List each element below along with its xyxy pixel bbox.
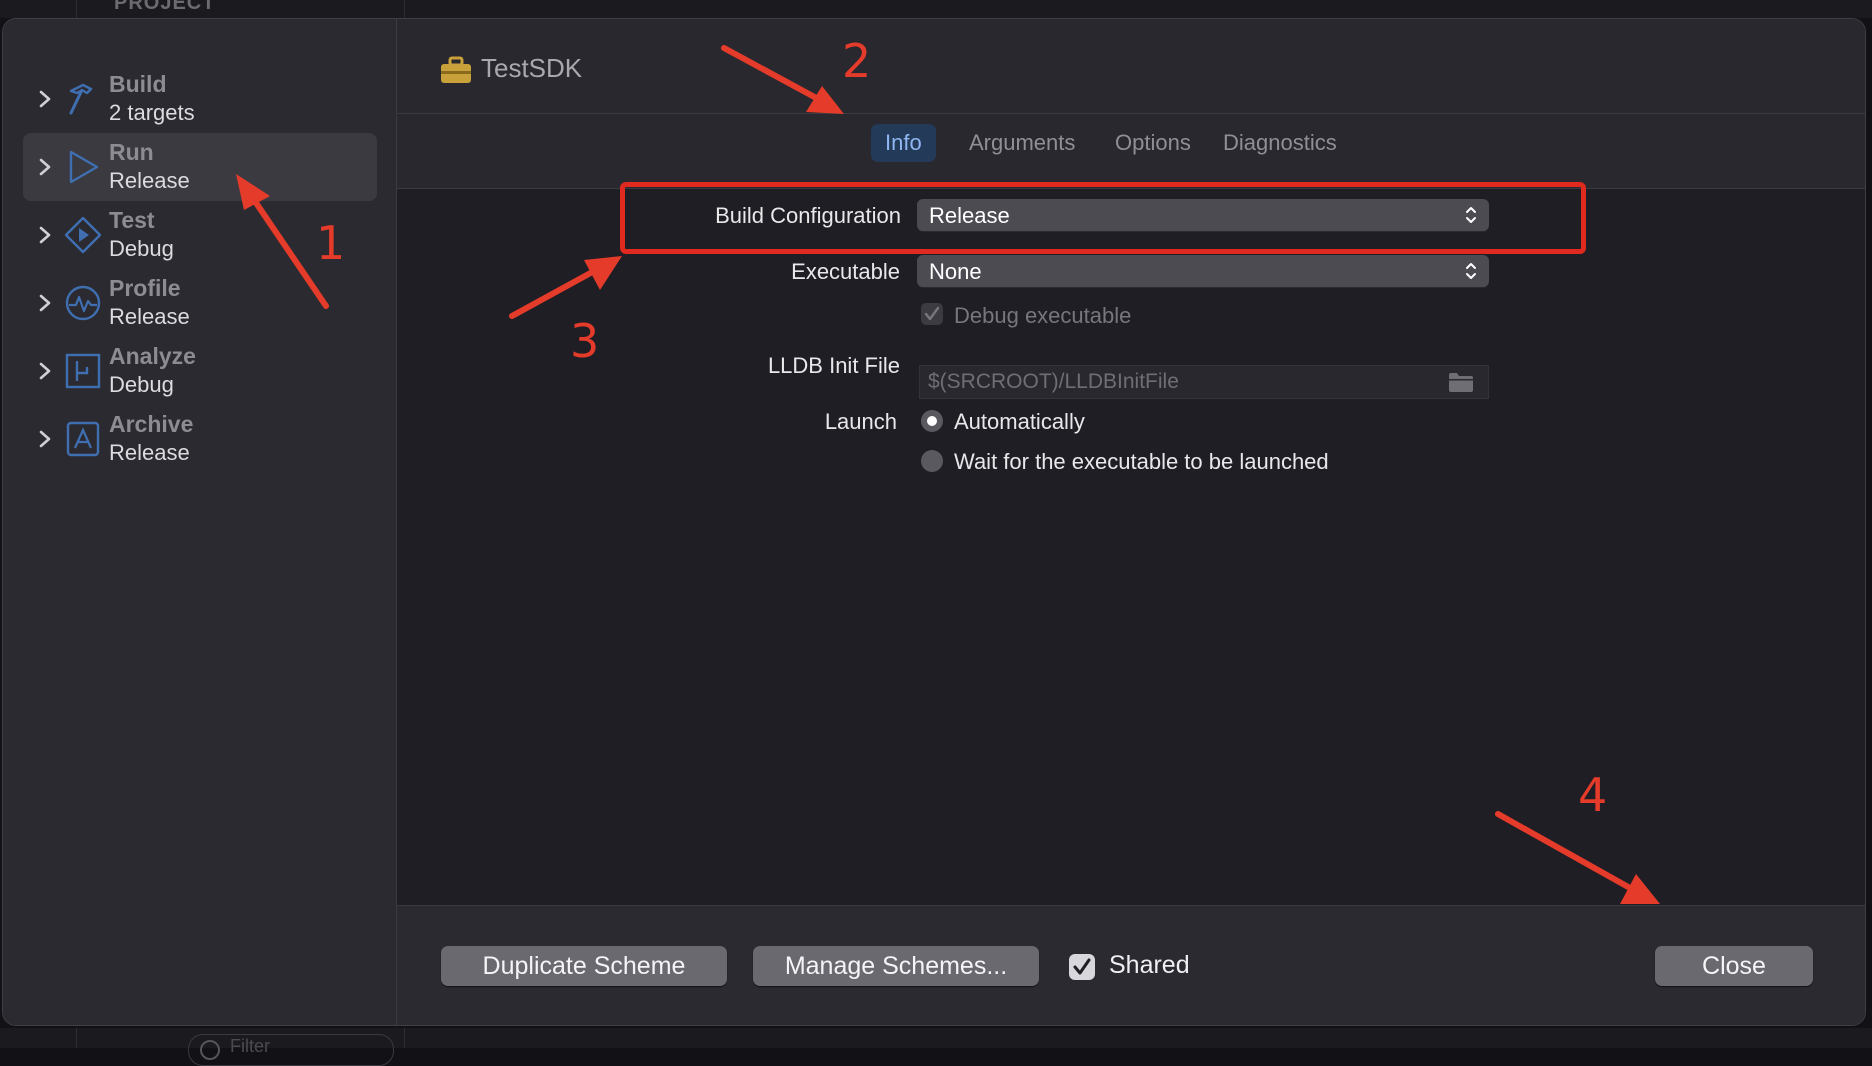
tab-bar: Info Arguments Options Diagnostics — [397, 114, 1865, 189]
background-window-top: PROJECT — [0, 0, 1872, 18]
sheet-footer: Duplicate Scheme Manage Schemes... Share… — [397, 905, 1865, 1025]
sidebar-item-run[interactable]: Run Release — [23, 133, 377, 201]
scheme-editor-sheet: Build 2 targets Run Release Test Debug P… — [2, 18, 1866, 1026]
sidebar-item-title: Archive — [109, 411, 194, 437]
sidebar-item-subtitle: Release — [109, 304, 190, 329]
shared-label: Shared — [1109, 951, 1190, 979]
close-button[interactable]: Close — [1655, 946, 1813, 986]
build-configuration-value: Release — [929, 203, 1010, 228]
checkmark-icon — [1073, 958, 1091, 975]
sidebar-item-subtitle: Release — [109, 168, 190, 193]
tab-arguments[interactable]: Arguments — [955, 124, 1089, 162]
launch-wait-label: Wait for the executable to be launched — [954, 449, 1329, 474]
executable-value: None — [929, 259, 982, 284]
tab-options[interactable]: Options — [1101, 124, 1205, 162]
scheme-actions-sidebar: Build 2 targets Run Release Test Debug P… — [3, 19, 397, 1025]
play-icon — [69, 150, 99, 184]
sidebar-item-title: Profile — [109, 275, 181, 301]
manage-schemes-button[interactable]: Manage Schemes... — [753, 946, 1039, 986]
divider — [404, 0, 405, 18]
sidebar-item-profile[interactable]: Profile Release — [23, 269, 377, 337]
sidebar-item-analyze[interactable]: Analyze Debug — [23, 337, 377, 405]
sidebar-item-subtitle: Release — [109, 440, 190, 465]
popup-arrows-icon — [1466, 263, 1476, 279]
scheme-detail-pane: TestSDK Info Arguments Options Diagnosti… — [397, 19, 1865, 1025]
hammer-icon — [69, 83, 93, 115]
waveform-icon — [65, 285, 101, 321]
scheme-name: TestSDK — [481, 53, 583, 83]
filter-icon — [200, 1040, 220, 1060]
chevron-right-icon[interactable] — [35, 155, 55, 179]
sidebar-item-title: Test — [109, 207, 155, 233]
sidebar-item-test[interactable]: Test Debug — [23, 201, 377, 269]
sidebar-item-subtitle: Debug — [109, 236, 174, 261]
launch-automatically-label: Automatically — [954, 409, 1085, 434]
debug-executable-checkbox[interactable] — [921, 303, 943, 325]
launch-wait-radio[interactable] — [921, 450, 943, 472]
build-configuration-label: Build Configuration — [715, 203, 901, 228]
executable-label: Executable — [791, 259, 900, 284]
sidebar-item-title: Analyze — [109, 343, 196, 369]
tab-diagnostics[interactable]: Diagnostics — [1209, 124, 1351, 162]
checkmark-icon — [924, 306, 940, 321]
lldb-init-file-field[interactable]: $(SRCROOT)/LLDBInitFile — [919, 365, 1489, 399]
launch-automatically-radio[interactable] — [921, 410, 943, 432]
chevron-right-icon[interactable] — [35, 87, 55, 111]
sidebar-item-subtitle: Debug — [109, 372, 174, 397]
sidebar-item-title: Build — [109, 71, 167, 97]
lldb-init-file-placeholder: $(SRCROOT)/LLDBInitFile — [928, 370, 1179, 393]
archive-icon — [66, 421, 100, 457]
chevron-right-icon[interactable] — [35, 223, 55, 247]
tab-info[interactable]: Info — [871, 124, 936, 162]
executable-popup[interactable]: None — [917, 255, 1489, 287]
sidebar-item-archive[interactable]: Archive Release — [23, 405, 377, 473]
project-label: PROJECT — [114, 0, 216, 14]
shared-checkbox[interactable] — [1069, 954, 1095, 980]
launch-label: Launch — [824, 409, 897, 434]
folder-icon[interactable] — [1448, 371, 1474, 393]
scheme-header: TestSDK — [397, 19, 1865, 114]
divider — [404, 1028, 405, 1048]
sidebar-item-title: Run — [109, 139, 154, 165]
lldb-init-file-label: LLDB Init File — [767, 353, 900, 378]
test-diamond-icon — [64, 216, 102, 254]
chevron-right-icon[interactable] — [35, 427, 55, 451]
chevron-right-icon[interactable] — [35, 359, 55, 383]
sidebar-item-subtitle: 2 targets — [109, 100, 195, 125]
background-window-bottom: Filter — [0, 1028, 1872, 1066]
divider — [76, 1028, 77, 1048]
toolbox-icon — [441, 56, 471, 83]
divider — [76, 0, 77, 18]
debug-executable-label: Debug executable — [954, 303, 1132, 328]
build-configuration-popup[interactable]: Release — [917, 199, 1489, 231]
duplicate-scheme-button[interactable]: Duplicate Scheme — [441, 946, 727, 986]
popup-arrows-icon — [1466, 207, 1476, 223]
filter-placeholder: Filter — [230, 1036, 270, 1056]
chevron-right-icon[interactable] — [35, 291, 55, 315]
sidebar-item-build[interactable]: Build 2 targets — [23, 65, 377, 133]
analyze-icon — [65, 353, 101, 389]
